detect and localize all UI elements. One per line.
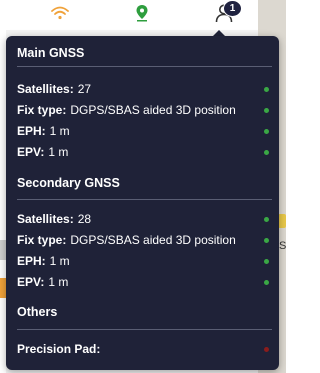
- notification-badge: 1: [223, 0, 242, 17]
- main-gnss-divider: [17, 66, 272, 67]
- row-value: 1 m: [48, 275, 69, 289]
- row-label: EPV:: [17, 145, 45, 159]
- others-divider: [17, 329, 272, 330]
- main-gnss-epv-row: EPV: 1 m: [17, 144, 269, 160]
- secondary-gnss-fix-type-row: Fix type: DGPS/SBAS aided 3D position: [17, 232, 269, 248]
- row-value: 27: [77, 82, 92, 96]
- row-label: EPV:: [17, 275, 45, 289]
- status-dot: [264, 87, 269, 92]
- map-pin-icon[interactable]: [132, 3, 152, 23]
- row-label: EPH:: [17, 254, 46, 268]
- status-dot: [264, 259, 269, 264]
- main-gnss-eph-row: EPH: 1 m: [17, 123, 269, 139]
- row-value: 1 m: [49, 254, 70, 268]
- secondary-gnss-satellites-row: Satellites: 28: [17, 211, 269, 227]
- status-dot: [264, 129, 269, 134]
- precision-pad-row: Precision Pad:: [17, 341, 269, 357]
- row-value: DGPS/SBAS aided 3D position: [70, 233, 236, 247]
- secondary-gnss-epv-row: EPV: 1 m: [17, 274, 269, 290]
- status-dot: [264, 238, 269, 243]
- row-label: Fix type:: [17, 233, 67, 247]
- secondary-gnss-eph-row: EPH: 1 m: [17, 253, 269, 269]
- status-dot: [264, 108, 269, 113]
- status-dot: [264, 280, 269, 285]
- status-dot: [264, 150, 269, 155]
- row-value: 1 m: [49, 124, 70, 138]
- map-label: S: [279, 240, 287, 252]
- row-label: Satellites:: [17, 212, 74, 226]
- row-label: Fix type:: [17, 103, 67, 117]
- secondary-gnss-divider: [17, 199, 272, 200]
- row-value: DGPS/SBAS aided 3D position: [70, 103, 236, 117]
- others-title: Others: [17, 305, 58, 319]
- secondary-gnss-title: Secondary GNSS: [17, 176, 120, 190]
- main-gnss-title: Main GNSS: [17, 46, 85, 60]
- wifi-icon[interactable]: [50, 3, 70, 23]
- gnss-status-popup: Main GNSS Satellites: 27 Fix type: DGPS/…: [6, 36, 279, 370]
- status-dot: [264, 217, 269, 222]
- row-label: Satellites:: [17, 82, 74, 96]
- row-label: EPH:: [17, 124, 46, 138]
- row-label: Precision Pad:: [17, 342, 101, 356]
- row-value: 28: [77, 212, 92, 226]
- main-gnss-fix-type-row: Fix type: DGPS/SBAS aided 3D position: [17, 102, 269, 118]
- main-gnss-satellites-row: Satellites: 27: [17, 81, 269, 97]
- status-dot: [264, 347, 269, 352]
- map-marker: [278, 214, 286, 228]
- row-value: 1 m: [48, 145, 69, 159]
